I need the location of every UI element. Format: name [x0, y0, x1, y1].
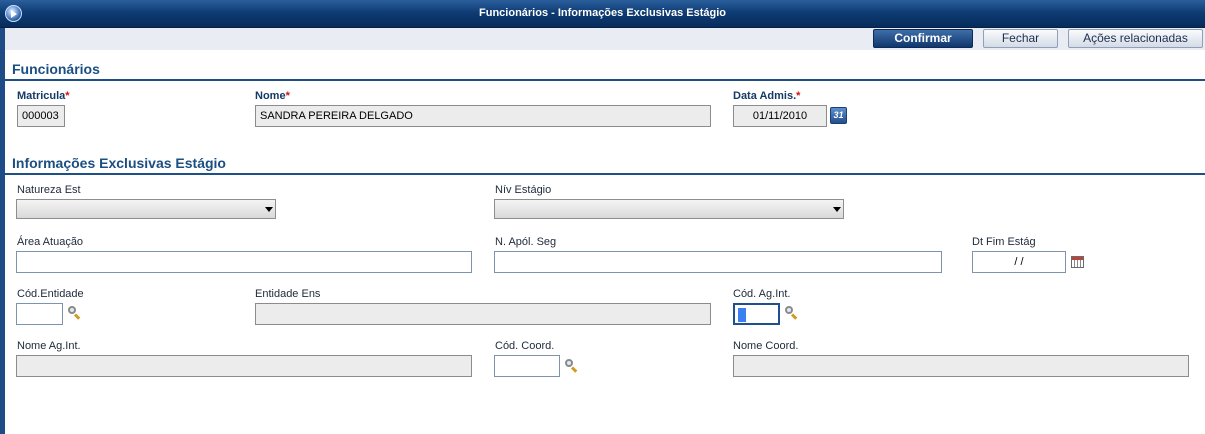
dt-fim-estag-field[interactable]: / / [972, 251, 1066, 273]
area-atuacao-label: Área Atuação [17, 236, 84, 248]
close-button[interactable]: Fechar [983, 29, 1058, 48]
nome-label-text: Nome [255, 90, 286, 102]
dt-fim-estag-label: Dt Fim Estág [972, 236, 1036, 248]
section-title-internship: Informações Exclusivas Estágio [12, 155, 226, 171]
natureza-est-label: Natureza Est [17, 184, 81, 196]
niv-estagio-select[interactable] [494, 199, 844, 219]
window-title: Funcionários - Informações Exclusivas Es… [479, 7, 726, 19]
entidade-ens-field[interactable] [255, 303, 711, 325]
required-mark: * [796, 90, 801, 102]
chevron-down-icon[interactable] [261, 200, 275, 218]
matricula-field[interactable]: 000003 [17, 105, 65, 127]
window-titlebar: Funcionários - Informações Exclusivas Es… [0, 0, 1205, 28]
cod-ag-int-field[interactable] [733, 303, 780, 325]
section-divider [5, 79, 1205, 81]
nome-ag-int-label: Nome Ag.Int. [17, 340, 81, 352]
cod-entidade-label: Cód.Entidade [17, 288, 84, 300]
chevron-down-icon[interactable] [829, 200, 843, 218]
niv-estagio-label: Nív Estágio [495, 184, 552, 196]
section-divider [5, 173, 1205, 175]
magnifier-icon[interactable] [67, 305, 81, 320]
nome-label: Nome* [255, 90, 290, 102]
cod-ag-int-label: Cód. Ag.Int. [733, 288, 791, 300]
required-mark: * [65, 90, 70, 102]
data-admis-label-text: Data Admis. [733, 90, 797, 102]
natureza-est-select[interactable] [16, 199, 276, 219]
magnifier-icon[interactable] [784, 305, 798, 320]
entidade-ens-label: Entidade Ens [255, 288, 321, 300]
n-apol-seg-field[interactable] [494, 251, 942, 273]
nome-ag-int-field[interactable] [16, 355, 472, 377]
data-admis-label: Data Admis.* [733, 90, 800, 102]
magnifier-icon[interactable] [564, 358, 578, 373]
nome-coord-field[interactable] [733, 355, 1189, 377]
cod-entidade-field[interactable] [16, 303, 63, 325]
cod-coord-field[interactable] [494, 355, 560, 377]
cod-coord-label: Cód. Coord. [495, 340, 555, 352]
calendar-icon[interactable]: 31 [830, 107, 847, 124]
area-atuacao-field[interactable] [16, 251, 472, 273]
confirm-button[interactable]: Confirmar [873, 29, 973, 48]
n-apol-seg-label: N. Apól. Seg [495, 236, 557, 248]
calendar-icon[interactable] [1071, 256, 1084, 268]
data-admis-field[interactable]: 01/11/2010 [733, 105, 827, 127]
matricula-label-text: Matricula [17, 90, 66, 102]
text-cursor [738, 308, 746, 322]
related-actions-button[interactable]: Ações relacionadas [1068, 29, 1203, 48]
section-title-employees: Funcionários [12, 61, 100, 77]
matricula-label: Matricula* [17, 90, 70, 102]
window-left-border [0, 28, 5, 434]
nome-coord-label: Nome Coord. [733, 340, 799, 352]
required-mark: * [285, 90, 290, 102]
nome-field[interactable]: SANDRA PEREIRA DELGADO [255, 105, 711, 127]
